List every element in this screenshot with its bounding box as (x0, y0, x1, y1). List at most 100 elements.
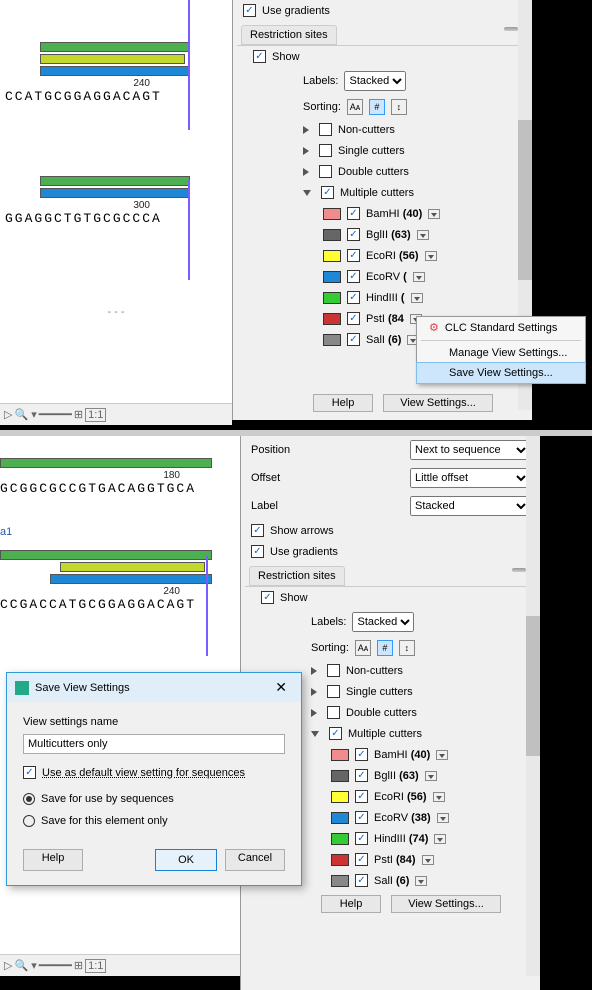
dialog-help-button[interactable]: Help (23, 849, 83, 871)
enzyme-color-swatch[interactable] (331, 875, 349, 887)
enzyme-checkbox[interactable] (347, 270, 360, 283)
enzyme-checkbox[interactable] (355, 832, 368, 845)
zoom-in-icon[interactable]: 🔍 ▾ (14, 959, 36, 972)
double-cutters-checkbox[interactable] (327, 706, 340, 719)
tree-toggle[interactable] (303, 147, 309, 155)
enzyme-color-swatch[interactable] (331, 791, 349, 803)
help-button[interactable]: Help (313, 394, 373, 412)
cursor-icon[interactable]: ▷ (4, 408, 12, 421)
labels-select[interactable]: Stacked (344, 71, 406, 91)
double-cutters-checkbox[interactable] (319, 165, 332, 178)
sort-length-icon[interactable]: ↕ (391, 99, 407, 115)
enzyme-checkbox[interactable] (355, 811, 368, 824)
enzyme-checkbox[interactable] (347, 291, 360, 304)
enzyme-checkbox[interactable] (355, 748, 368, 761)
tree-toggle[interactable] (311, 709, 317, 717)
show-checkbox[interactable] (253, 50, 266, 63)
enzyme-checkbox[interactable] (355, 790, 368, 803)
enzyme-checkbox[interactable] (347, 207, 360, 220)
enzyme-menu-icon[interactable] (413, 272, 425, 282)
enzyme-color-swatch[interactable] (331, 812, 349, 824)
panel-title-restriction[interactable]: Restriction sites (249, 566, 345, 586)
use-gradients-checkbox[interactable] (251, 545, 264, 558)
collapse-icon[interactable] (512, 568, 526, 572)
dialog-ok-button[interactable]: OK (155, 849, 217, 871)
tree-toggle[interactable] (303, 168, 309, 176)
multiple-cutters-checkbox[interactable] (329, 727, 342, 740)
enzyme-color-swatch[interactable] (331, 833, 349, 845)
show-checkbox[interactable] (261, 591, 274, 604)
show-arrows-checkbox[interactable] (251, 524, 264, 537)
tree-toggle[interactable] (311, 667, 317, 675)
enzyme-color-swatch[interactable] (331, 770, 349, 782)
enzyme-color-swatch[interactable] (331, 749, 349, 761)
enzyme-color-swatch[interactable] (323, 208, 341, 220)
enzyme-checkbox[interactable] (347, 249, 360, 262)
close-button[interactable]: ✕ (269, 679, 293, 696)
sort-alpha-icon[interactable]: Aᴀ (355, 640, 371, 656)
labels-select[interactable]: Stacked (352, 612, 414, 632)
enzyme-menu-icon[interactable] (434, 834, 446, 844)
sort-count-icon[interactable]: # (369, 99, 385, 115)
ctx-manage-view-settings[interactable]: Manage View Settings... (417, 343, 585, 363)
sort-length-icon[interactable]: ↕ (399, 640, 415, 656)
enzyme-checkbox[interactable] (347, 312, 360, 325)
enzyme-color-swatch[interactable] (323, 250, 341, 262)
tree-toggle[interactable] (311, 731, 319, 737)
enzyme-menu-icon[interactable] (436, 750, 448, 760)
enzyme-menu-icon[interactable] (422, 855, 434, 865)
label-select[interactable]: Stacked (410, 496, 530, 516)
ctx-save-view-settings[interactable]: Save View Settings... (416, 362, 586, 384)
ctx-clc-standard[interactable]: ⚙ CLC Standard Settings (417, 317, 585, 338)
enzyme-checkbox[interactable] (355, 853, 368, 866)
use-gradients-checkbox[interactable] (243, 4, 256, 17)
ratio-icon[interactable]: 1:1 (85, 959, 106, 973)
enzyme-checkbox[interactable] (347, 333, 360, 346)
enzyme-color-swatch[interactable] (323, 313, 341, 325)
enzyme-menu-icon[interactable] (411, 293, 423, 303)
enzyme-checkbox[interactable] (355, 769, 368, 782)
single-cutters-checkbox[interactable] (327, 685, 340, 698)
multiple-cutters-checkbox[interactable] (321, 186, 334, 199)
default-checkbox[interactable] (23, 766, 36, 779)
dialog-cancel-button[interactable]: Cancel (225, 849, 285, 871)
non-cutters-checkbox[interactable] (319, 123, 332, 136)
save-all-radio[interactable] (23, 793, 35, 805)
sort-alpha-icon[interactable]: Aᴀ (347, 99, 363, 115)
enzyme-menu-icon[interactable] (425, 771, 437, 781)
sequence-view[interactable]: 240 CCATGCGGAGGACAGT 300 GGAGGCTGTGCGCCC… (0, 0, 232, 425)
panel-title-restriction[interactable]: Restriction sites (241, 25, 337, 45)
enzyme-color-swatch[interactable] (323, 334, 341, 346)
ratio-icon[interactable]: 1:1 (85, 408, 106, 422)
tree-toggle[interactable] (303, 126, 309, 134)
enzyme-color-swatch[interactable] (323, 271, 341, 283)
enzyme-checkbox[interactable] (355, 874, 368, 887)
offset-select[interactable]: Little offset (410, 468, 530, 488)
cursor-icon[interactable]: ▷ (4, 959, 12, 972)
view-settings-button[interactable]: View Settings... (383, 394, 493, 412)
enzyme-menu-icon[interactable] (425, 251, 437, 261)
enzyme-menu-icon[interactable] (417, 230, 429, 240)
sequence-toolbar[interactable]: ▷ 🔍 ▾ ━━━━━ ⊞ 1:1 (0, 954, 240, 976)
scrollbar[interactable] (526, 436, 540, 976)
single-cutters-checkbox[interactable] (319, 144, 332, 157)
tree-toggle[interactable] (311, 688, 317, 696)
view-settings-button[interactable]: View Settings... (391, 895, 501, 913)
enzyme-menu-icon[interactable] (437, 813, 449, 823)
sort-count-icon[interactable]: # (377, 640, 393, 656)
collapse-icon[interactable] (504, 27, 518, 31)
fit-icon[interactable]: ⊞ (74, 959, 83, 972)
tree-toggle[interactable] (303, 190, 311, 196)
enzyme-checkbox[interactable] (347, 228, 360, 241)
enzyme-color-swatch[interactable] (323, 229, 341, 241)
save-this-radio[interactable] (23, 815, 35, 827)
enzyme-color-swatch[interactable] (323, 292, 341, 304)
fit-icon[interactable]: ⊞ (74, 408, 83, 421)
non-cutters-checkbox[interactable] (327, 664, 340, 677)
position-select[interactable]: Next to sequence (410, 440, 530, 460)
enzyme-menu-icon[interactable] (433, 792, 445, 802)
help-button[interactable]: Help (321, 895, 381, 913)
name-input[interactable] (23, 734, 285, 754)
enzyme-menu-icon[interactable] (415, 876, 427, 886)
enzyme-color-swatch[interactable] (331, 854, 349, 866)
